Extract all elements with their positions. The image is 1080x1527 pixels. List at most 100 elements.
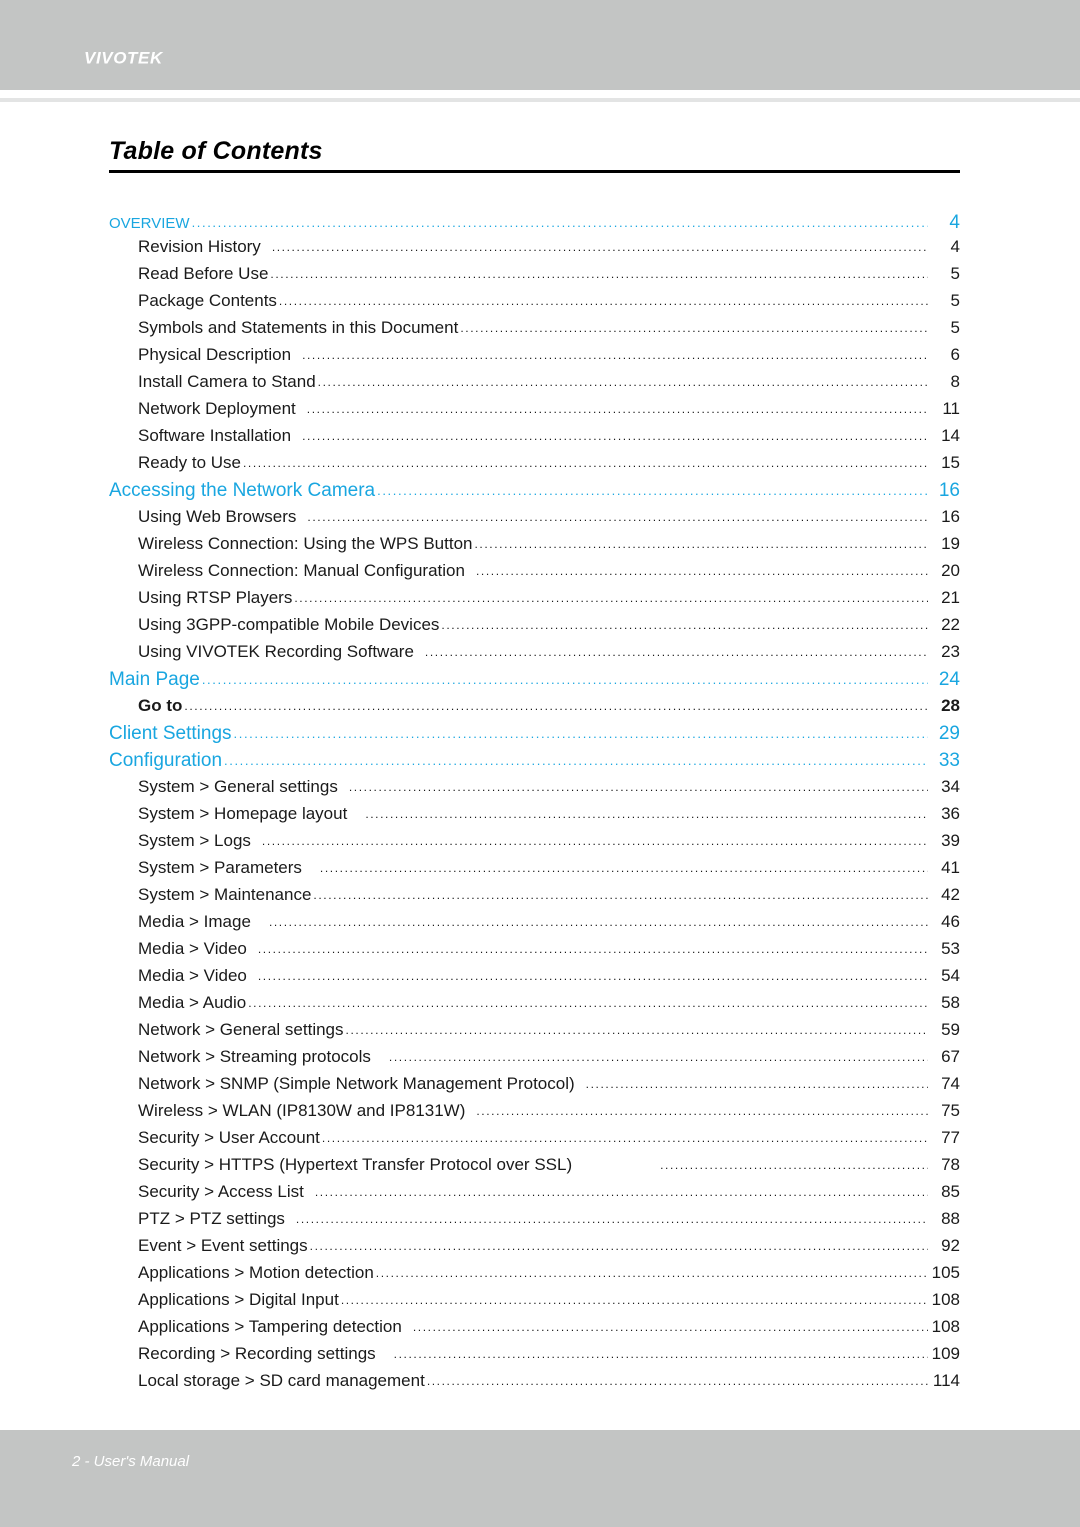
toc-leader-dots: ........................................… bbox=[302, 348, 928, 362]
toc-entry-label: Main Page bbox=[109, 669, 200, 690]
footer-page-label: 2 - User's Manual bbox=[72, 1453, 190, 1470]
toc-entry-label: Using RTSP Players bbox=[138, 588, 293, 607]
toc-entry-label: Applications > Motion detection bbox=[138, 1263, 374, 1282]
toc-entry-label: Security > User Account bbox=[138, 1128, 320, 1147]
toc-entry-page-number: 34 bbox=[941, 777, 960, 796]
toc-leader-dots: ........................................… bbox=[412, 1320, 928, 1334]
toc-entry-label: Local storage > SD card management bbox=[138, 1371, 425, 1390]
toc-leader-dots: ........................................… bbox=[302, 429, 928, 443]
toc-sub-entry[interactable]: System > Parameters.....................… bbox=[109, 858, 960, 885]
toc-leader-dots: ........................................… bbox=[257, 969, 928, 983]
toc-sub-entry[interactable]: Physical Description....................… bbox=[109, 345, 960, 372]
toc-entry-page-number: 16 bbox=[941, 507, 960, 526]
toc-sub-entry[interactable]: System > General settings...............… bbox=[109, 777, 960, 804]
toc-sub-entry[interactable]: Revision History........................… bbox=[109, 237, 960, 264]
toc-sub-entry[interactable]: Local storage > SD card management......… bbox=[109, 1371, 960, 1398]
toc-leader-dots: ........................................… bbox=[313, 888, 928, 902]
toc-entry-page-number: 11 bbox=[942, 399, 960, 418]
toc-entry-label: Security > Access List bbox=[138, 1182, 304, 1201]
toc-sub-entry[interactable]: Package Contents........................… bbox=[109, 291, 960, 318]
toc-section-entry[interactable]: Configuration...........................… bbox=[109, 750, 960, 777]
title-underline bbox=[109, 170, 960, 173]
toc-entry-page-number: 5 bbox=[950, 318, 960, 337]
toc-sub-entry[interactable]: Applications > Digital Input............… bbox=[109, 1290, 960, 1317]
toc-leader-dots: ........................................… bbox=[476, 1104, 928, 1118]
toc-sub-entry[interactable]: Security > User Account.................… bbox=[109, 1128, 960, 1155]
toc-sub-entry[interactable]: Wireless Connection: Manual Configuratio… bbox=[109, 561, 960, 588]
toc-entry-label: System > Parameters bbox=[138, 858, 302, 877]
toc-leader-dots: ........................................… bbox=[295, 1212, 928, 1226]
toc-sub-entry[interactable]: Using RTSP Players......................… bbox=[109, 588, 960, 615]
page-title: Table of Contents bbox=[109, 137, 323, 165]
toc-sub-entry[interactable]: Software Installation...................… bbox=[109, 426, 960, 453]
toc-sub-entry[interactable]: Network Deployment......................… bbox=[109, 399, 960, 426]
toc-sub-entry[interactable]: Applications > Tampering detection......… bbox=[109, 1317, 960, 1344]
toc-sub-entry[interactable]: Security > Access List..................… bbox=[109, 1182, 960, 1209]
toc-sub-entry[interactable]: Using 3GPP-compatible Mobile Devices....… bbox=[109, 615, 960, 642]
header-divider bbox=[0, 98, 1080, 102]
toc-leader-dots: ........................................… bbox=[257, 942, 928, 956]
toc-sub-entry[interactable]: Network > General settings..............… bbox=[109, 1020, 960, 1047]
toc-sub-entry[interactable]: Read Before Use.........................… bbox=[109, 264, 960, 291]
toc-sub-entry[interactable]: Ready to Use............................… bbox=[109, 453, 960, 480]
toc-leader-dots: ........................................… bbox=[233, 726, 928, 741]
toc-sub-entry[interactable]: Applications > Motion detection.........… bbox=[109, 1263, 960, 1290]
toc-sub-entry[interactable]: System > Homepage layout................… bbox=[109, 804, 960, 831]
toc-entry-label: System > Maintenance bbox=[138, 885, 312, 904]
toc-leader-dots: ........................................… bbox=[660, 1158, 928, 1172]
toc-entry-page-number: 4 bbox=[950, 237, 960, 256]
toc-sub-entry[interactable]: Security > HTTPS (Hypertext Transfer Pro… bbox=[109, 1155, 960, 1182]
toc-entry-page-number: 54 bbox=[941, 966, 960, 985]
toc-entry-label: Accessing the Network Camera bbox=[109, 480, 376, 501]
toc-sub-entry[interactable]: Using Web Browsers......................… bbox=[109, 507, 960, 534]
toc-leader-dots: ........................................… bbox=[377, 483, 928, 498]
toc-entry-label: Using 3GPP-compatible Mobile Devices bbox=[138, 615, 440, 634]
toc-sub-entry[interactable]: Symbols and Statements in this Document.… bbox=[109, 318, 960, 345]
toc-sub-entry[interactable]: Media > Audio...........................… bbox=[109, 993, 960, 1020]
toc-sub-entry[interactable]: Media > Video...........................… bbox=[109, 966, 960, 993]
toc-sub-entry[interactable]: Install Camera to Stand.................… bbox=[109, 372, 960, 399]
toc-sub-entry[interactable]: Using VIVOTEK Recording Software........… bbox=[109, 642, 960, 669]
toc-leader-dots: ........................................… bbox=[319, 861, 928, 875]
toc-entry-page-number: 108 bbox=[931, 1290, 960, 1309]
toc-entry-page-number: 67 bbox=[941, 1047, 960, 1066]
toc-leader-dots: ........................................… bbox=[306, 402, 928, 416]
toc-section-entry[interactable]: Accessing the Network Camera............… bbox=[109, 480, 960, 507]
toc-entry-page-number: 105 bbox=[931, 1263, 960, 1282]
toc-sub-entry[interactable]: Network > Streaming protocols...........… bbox=[109, 1047, 960, 1074]
toc-sub-entry[interactable]: Media > Video...........................… bbox=[109, 939, 960, 966]
toc-leader-dots: ........................................… bbox=[474, 537, 928, 551]
toc-section-entry[interactable]: Client Settings.........................… bbox=[109, 723, 960, 750]
toc-leader-dots: ........................................… bbox=[243, 456, 928, 470]
toc-sub-entry[interactable]: Recording > Recording settings..........… bbox=[109, 1344, 960, 1371]
toc-entry-page-number: 114 bbox=[932, 1371, 960, 1390]
toc-sub-entry[interactable]: Wireless Connection: Using the WPS Butto… bbox=[109, 534, 960, 561]
toc-entry-label: Install Camera to Stand bbox=[138, 372, 316, 391]
toc-leader-dots: ........................................… bbox=[426, 1374, 928, 1388]
toc-sub-entry[interactable]: Wireless > WLAN (IP8130W and IP8131W)...… bbox=[109, 1101, 960, 1128]
toc-leader-dots: ........................................… bbox=[248, 996, 928, 1010]
toc-entry-page-number: 39 bbox=[941, 831, 960, 850]
toc-entry-label: Overview bbox=[109, 210, 190, 233]
toc-sub-entry[interactable]: System > Maintenance....................… bbox=[109, 885, 960, 912]
toc-sub-entry[interactable]: Network > SNMP (Simple Network Managemen… bbox=[109, 1074, 960, 1101]
toc-entry-page-number: 42 bbox=[941, 885, 960, 904]
toc-entry-label: System > General settings bbox=[138, 777, 338, 796]
toc-sub-entry[interactable]: PTZ > PTZ settings......................… bbox=[109, 1209, 960, 1236]
toc-leader-dots: ........................................… bbox=[348, 780, 928, 794]
toc-section-entry[interactable]: Overview................................… bbox=[109, 210, 960, 237]
toc-sub-entry[interactable]: Media > Image...........................… bbox=[109, 912, 960, 939]
toc-sub-entry[interactable]: System > Logs...........................… bbox=[109, 831, 960, 858]
toc-entry-label: Revision History bbox=[138, 237, 261, 256]
toc-sub-entry[interactable]: Event > Event settings..................… bbox=[109, 1236, 960, 1263]
toc-section-entry[interactable]: Main Page...............................… bbox=[109, 669, 960, 696]
toc-entry-label: Wireless Connection: Using the WPS Butto… bbox=[138, 534, 473, 553]
toc-leader-dots: ........................................… bbox=[268, 915, 928, 929]
toc-sub-entry[interactable]: Go to...................................… bbox=[109, 696, 960, 723]
toc-entry-page-number: 53 bbox=[941, 939, 960, 958]
toc-leader-dots: ........................................… bbox=[314, 1185, 928, 1199]
toc-leader-dots: ........................................… bbox=[309, 1239, 928, 1253]
toc-entry-label: Applications > Digital Input bbox=[138, 1290, 339, 1309]
brand-logo: VIVOTEK bbox=[84, 48, 163, 68]
toc-entry-page-number: 92 bbox=[941, 1236, 960, 1255]
